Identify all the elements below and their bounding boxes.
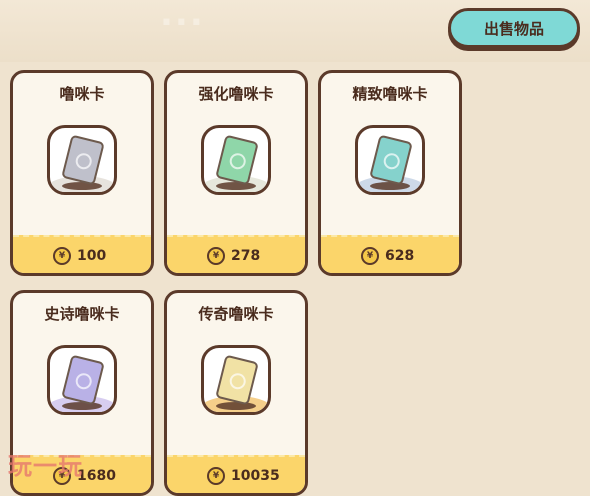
price-value: 628 — [385, 248, 415, 264]
faded-title: ... — [160, 0, 205, 34]
price-row: ¥ 100 — [53, 247, 106, 265]
item-shadow — [370, 182, 410, 190]
watermark: 玩一玩 — [8, 452, 83, 480]
shop-card-enhanced-lumi[interactable]: 强化噜咪卡 ¥ 278 — [164, 70, 308, 276]
card-title: 强化噜咪卡 — [198, 85, 274, 103]
price-value: 100 — [77, 248, 107, 264]
card-title: 噜咪卡 — [59, 85, 105, 103]
shop-card-exquisite-lumi[interactable]: 精致噜咪卡 ¥ 628 — [318, 70, 462, 276]
price-bar: ¥ 628 — [321, 235, 459, 273]
price-row: ¥ 278 — [207, 247, 260, 265]
coin-icon: ¥ — [207, 247, 225, 265]
price-bar: ¥ 10035 — [167, 455, 305, 493]
item-shadow — [62, 402, 102, 410]
price-value: 278 — [231, 248, 261, 264]
price-value: 10035 — [231, 468, 280, 484]
item-shadow — [216, 402, 256, 410]
item-shadow — [216, 182, 256, 190]
coin-icon: ¥ — [53, 247, 71, 265]
shop-card-legendary-lumi[interactable]: 传奇噜咪卡 ¥ 10035 — [164, 290, 308, 496]
card-icon-frame — [47, 345, 117, 415]
coin-icon: ¥ — [361, 247, 379, 265]
card-title: 传奇噜咪卡 — [198, 305, 274, 323]
price-row: ¥ 10035 — [207, 467, 280, 485]
price-bar: ¥ 278 — [167, 235, 305, 273]
card-icon-frame — [355, 125, 425, 195]
card-title: 史诗噜咪卡 — [44, 305, 120, 323]
price-bar: ¥ 100 — [13, 235, 151, 273]
coin-icon: ¥ — [207, 467, 225, 485]
card-icon-frame — [47, 125, 117, 195]
card-title: 精致噜咪卡 — [352, 85, 428, 103]
price-row: ¥ 628 — [361, 247, 414, 265]
shop-card-lumi[interactable]: 噜咪卡 ¥ 100 — [10, 70, 154, 276]
sell-items-button[interactable]: 出售物品 — [448, 8, 580, 48]
item-shadow — [62, 182, 102, 190]
card-icon-frame — [201, 345, 271, 415]
card-icon-frame — [201, 125, 271, 195]
